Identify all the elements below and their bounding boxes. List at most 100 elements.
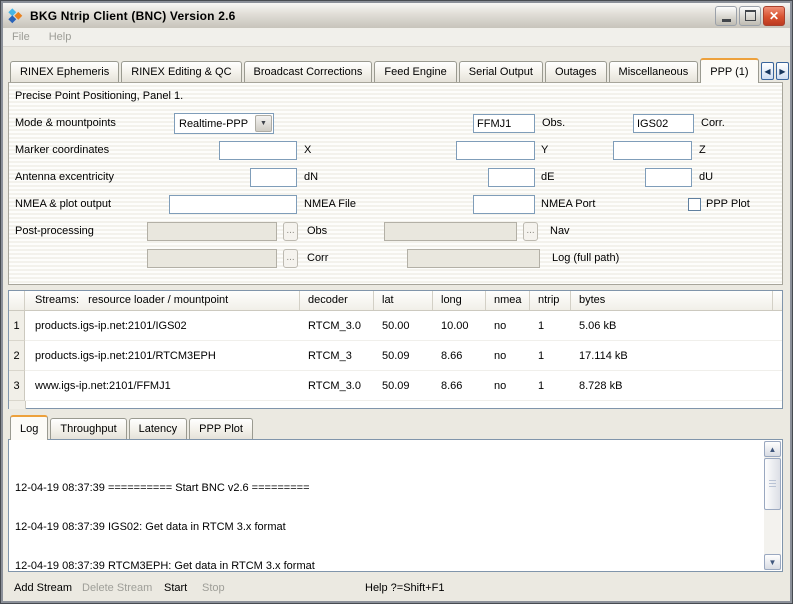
obs-mountpoint-input[interactable]: [473, 114, 535, 133]
header-corner-cell: [9, 291, 25, 310]
tab-rinex-ephemeris[interactable]: RINEX Ephemeris: [10, 61, 119, 82]
arrow-right-icon: ▶: [779, 67, 785, 76]
log-scrollbar[interactable]: ▲ ▼: [764, 441, 781, 570]
cell-long: 8.66: [433, 371, 486, 401]
cell-lat: 50.09: [374, 341, 433, 371]
header-decoder: decoder: [300, 291, 374, 310]
scrollbar-thumb[interactable]: [764, 458, 781, 510]
tab-ppp-1[interactable]: PPP (1): [700, 58, 758, 83]
tab-serial-output[interactable]: Serial Output: [459, 61, 543, 82]
cell-mountpoint: products.igs-ip.net:2101/IGS02: [25, 311, 300, 341]
cell-bytes: 17.114 kB: [571, 341, 773, 371]
antenna-dn-input[interactable]: [250, 168, 297, 187]
tab-scroll-left-button[interactable]: ◀: [761, 62, 774, 80]
streams-table-header: Streams: resource loader / mountpoint de…: [9, 291, 782, 311]
cell-ntrip: 1: [530, 341, 571, 371]
add-stream-button[interactable]: Add Stream: [14, 582, 72, 594]
marker-y-input[interactable]: [456, 141, 535, 160]
menu-bar: File Help: [3, 28, 790, 47]
marker-x-input[interactable]: [219, 141, 297, 160]
tab-feed-engine[interactable]: Feed Engine: [374, 61, 456, 82]
antenna-de-input[interactable]: [488, 168, 535, 187]
nmea-file-input[interactable]: [169, 195, 297, 214]
log-tab-bar: Log Throughput Latency PPP Plot: [10, 415, 255, 440]
cell-spacer: [773, 371, 782, 401]
marker-y-label: Y: [541, 141, 548, 160]
tab-throughput[interactable]: Throughput: [50, 418, 126, 439]
tab-log[interactable]: Log: [10, 415, 48, 440]
log-line: 12-04-19 08:37:39 ========== Start BNC v…: [15, 482, 760, 495]
chevron-down-icon[interactable]: ▼: [255, 115, 272, 132]
obs-label: Obs.: [542, 114, 565, 133]
cell-bytes: 5.06 kB: [571, 311, 773, 341]
cell-decoder: RTCM_3: [300, 341, 374, 371]
marker-z-label: Z: [699, 141, 706, 160]
table-row[interactable]: 3 www.igs-ip.net:2101/FFMJ1 RTCM_3.0 50.…: [9, 371, 782, 401]
cell-bytes: 8.728 kB: [571, 371, 773, 401]
tab-scroll-right-button[interactable]: ▶: [776, 62, 789, 80]
help-shortcut-label[interactable]: Help ?=Shift+F1: [365, 582, 445, 594]
mode-mountpoints-label: Mode & mountpoints: [15, 114, 116, 133]
corr-mountpoint-input[interactable]: [633, 114, 694, 133]
ppp-panel: Precise Point Positioning, Panel 1. Mode…: [8, 82, 783, 285]
window-title: BKG Ntrip Client (BNC) Version 2.6: [30, 9, 236, 23]
minimize-button[interactable]: [715, 6, 737, 26]
close-button[interactable]: ✕: [763, 6, 785, 26]
tab-ppp-plot[interactable]: PPP Plot: [189, 418, 253, 439]
arrow-up-icon: ▲: [769, 445, 777, 454]
postproc-nav-input: [384, 222, 517, 241]
postproc-obs-browse-button: ...: [283, 222, 298, 241]
cell-long: 8.66: [433, 341, 486, 371]
post-processing-label: Post-processing: [15, 222, 94, 241]
maximize-button[interactable]: [739, 6, 761, 26]
cell-nmea: no: [486, 311, 530, 341]
marker-z-input[interactable]: [613, 141, 692, 160]
tab-miscellaneous[interactable]: Miscellaneous: [609, 61, 699, 82]
cell-nmea: no: [486, 341, 530, 371]
marker-coordinates-label: Marker coordinates: [15, 141, 109, 160]
header-lat: lat: [374, 291, 433, 310]
mode-combobox[interactable]: Realtime-PPP ▼: [174, 113, 274, 134]
nmea-port-input[interactable]: [473, 195, 535, 214]
postproc-obs-input: [147, 222, 277, 241]
antenna-de-label: dE: [541, 168, 554, 187]
nmea-file-label: NMEA File: [304, 195, 356, 214]
streams-table: Streams: resource loader / mountpoint de…: [8, 290, 783, 409]
header-long: long: [433, 291, 486, 310]
header-bytes: bytes: [571, 291, 773, 310]
ppp-plot-label: PPP Plot: [706, 195, 750, 214]
antenna-du-input[interactable]: [645, 168, 692, 187]
header-ntrip: ntrip: [530, 291, 571, 310]
postproc-corr-label: Corr: [307, 249, 328, 268]
scroll-down-button[interactable]: ▼: [764, 554, 781, 570]
table-row[interactable]: 2 products.igs-ip.net:2101/RTCM3EPH RTCM…: [9, 341, 782, 371]
header-nmea: nmea: [486, 291, 530, 310]
cell-lat: 50.09: [374, 371, 433, 401]
tab-broadcast-corrections[interactable]: Broadcast Corrections: [244, 61, 373, 82]
start-button[interactable]: Start: [164, 582, 187, 594]
scroll-up-button[interactable]: ▲: [764, 441, 781, 457]
log-line: 12-04-19 08:37:39 IGS02: Get data in RTC…: [15, 521, 760, 534]
cell-decoder: RTCM_3.0: [300, 311, 374, 341]
log-line: 12-04-19 08:37:39 RTCM3EPH: Get data in …: [15, 560, 760, 569]
row-number: 3: [9, 371, 25, 401]
minimize-icon: [722, 19, 731, 22]
tab-outages[interactable]: Outages: [545, 61, 607, 82]
cell-spacer: [773, 311, 782, 341]
antenna-excentricity-label: Antenna excentricity: [15, 168, 114, 187]
log-text[interactable]: 12-04-19 08:37:39 ========== Start BNC v…: [15, 456, 760, 569]
postproc-corr-browse-button: ...: [283, 249, 298, 268]
stop-button: Stop: [202, 582, 225, 594]
row-number: 2: [9, 341, 25, 371]
postproc-log-input: [407, 249, 540, 268]
menu-help: Help: [49, 31, 72, 43]
antenna-dn-label: dN: [304, 168, 318, 187]
postproc-nav-browse-button: ...: [523, 222, 538, 241]
tab-rinex-editing-qc[interactable]: RINEX Editing & QC: [121, 61, 241, 82]
ppp-plot-checkbox[interactable]: [688, 198, 701, 211]
title-bar[interactable]: BKG Ntrip Client (BNC) Version 2.6 ✕: [3, 3, 790, 29]
table-row[interactable]: 1 products.igs-ip.net:2101/IGS02 RTCM_3.…: [9, 311, 782, 341]
tab-latency[interactable]: Latency: [129, 418, 188, 439]
header-mountpoint: Streams: resource loader / mountpoint: [25, 291, 300, 310]
cell-long: 10.00: [433, 311, 486, 341]
